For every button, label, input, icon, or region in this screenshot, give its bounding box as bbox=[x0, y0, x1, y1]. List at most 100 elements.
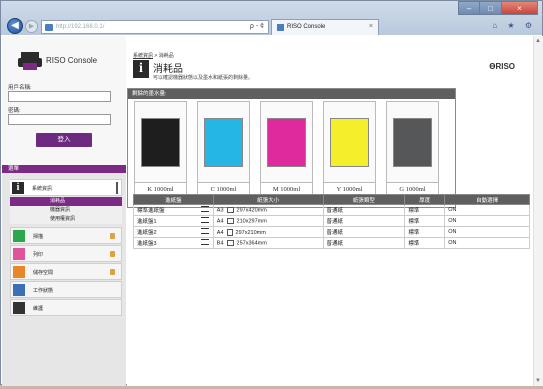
tab-favicon-icon bbox=[277, 24, 284, 31]
ink-level-bar bbox=[141, 118, 180, 167]
tab-close-icon[interactable]: × bbox=[369, 23, 373, 30]
close-window-button[interactable]: × bbox=[502, 1, 538, 15]
forward-button[interactable]: ▶ bbox=[25, 20, 38, 33]
menu-item-maintenance[interactable]: 維護 bbox=[10, 299, 122, 316]
col-header: 自動選擇 bbox=[444, 194, 530, 205]
tab-title: RISO Console bbox=[287, 24, 326, 30]
ink-heading: 剩餘的墨水量: bbox=[128, 89, 455, 99]
tray-cell: 進紙盤3 bbox=[133, 237, 214, 249]
vertical-scrollbar[interactable]: ▲ ▼ bbox=[533, 36, 543, 386]
menu-item-system-info[interactable]: i 系統資訊 bbox=[10, 179, 122, 196]
maximize-button[interactable]: □ bbox=[480, 1, 502, 15]
table-row: 標準進紙盤 A3 297x420mm 普通紙 標準 ON bbox=[133, 204, 530, 216]
breadcrumb: 系統資訊 > 消耗品 bbox=[133, 52, 174, 59]
password-label: 密碼: bbox=[8, 108, 21, 114]
logo-text: RISO Console bbox=[46, 56, 98, 65]
ink-level-bar bbox=[330, 118, 369, 167]
breadcrumb-current: 消耗品 bbox=[158, 53, 174, 59]
main-content: 系統資訊 > 消耗品 i 消耗品 可以確認機器狀態以及墨水和紙張的剩餘量。 ƟR… bbox=[127, 36, 533, 386]
size-cell: A3 297x420mm bbox=[212, 204, 324, 216]
breadcrumb-link[interactable]: 系統資訊 bbox=[133, 53, 153, 59]
info-icon: i bbox=[133, 60, 149, 78]
submenu-license-info[interactable]: 使用權資訊 bbox=[10, 215, 122, 224]
browser-tab[interactable]: RISO Console × bbox=[271, 19, 379, 35]
ink-level-bar bbox=[204, 118, 243, 167]
table-row: 進紙盤3 B4 257x364mm 普通紙 標準 ON bbox=[133, 237, 530, 249]
tray-cell: 進紙盤2 bbox=[133, 226, 214, 238]
list-icon[interactable] bbox=[200, 206, 209, 212]
search-refresh-icons[interactable]: ρ - ¢ bbox=[250, 23, 264, 30]
storage-icon bbox=[13, 266, 25, 278]
username-input[interactable] bbox=[8, 91, 111, 102]
table-row: 進紙盤1 A4 210x297mm 普通紙 標準 ON bbox=[133, 215, 530, 227]
menu-item-label: 工作狀態 bbox=[33, 288, 54, 294]
size-cell: A4 210x297mm bbox=[212, 215, 324, 227]
sidebar: RISO Console 用戶名稱: 密碼: 登入 選單 i 系統資訊 消耗品 … bbox=[2, 36, 126, 386]
back-button[interactable]: ◀ bbox=[7, 18, 23, 34]
page-title: 消耗品 bbox=[153, 64, 183, 75]
thickness-cell: 標準 bbox=[404, 204, 446, 216]
table-row: 進紙盤2 A4 297x210mm 普通紙 標準 ON bbox=[133, 226, 530, 238]
riso-console-logo-icon bbox=[18, 52, 42, 70]
list-icon[interactable] bbox=[200, 239, 209, 245]
scan-icon bbox=[13, 230, 25, 242]
home-favorites-settings-icons[interactable]: ⌂ ★ ⚙ bbox=[492, 21, 536, 30]
ink-cell-m: M 1000ml bbox=[260, 101, 313, 196]
landscape-paper-icon bbox=[226, 239, 234, 246]
thickness-cell: 標準 bbox=[404, 237, 446, 249]
col-header: 紙張類型 bbox=[322, 194, 406, 205]
ink-cell-g: G 1000ml bbox=[386, 101, 439, 196]
submenu-machine-info[interactable]: 機器資訊 bbox=[10, 206, 122, 215]
menu-item-job-status[interactable]: 工作狀態 bbox=[10, 281, 122, 298]
login-panel: RISO Console 用戶名稱: 密碼: 登入 bbox=[2, 36, 126, 166]
menu-title: 選單 bbox=[2, 165, 126, 173]
type-cell: 普通紙 bbox=[322, 237, 406, 249]
col-header: 紙張大小 bbox=[212, 194, 324, 205]
lock-icon bbox=[110, 233, 115, 239]
menu-item-label: 維護 bbox=[33, 306, 44, 312]
auto-select-cell: ON bbox=[444, 237, 530, 249]
maintenance-icon bbox=[13, 302, 25, 314]
auto-select-cell: ON bbox=[444, 204, 530, 216]
thickness-cell: 標準 bbox=[404, 226, 446, 238]
address-text[interactable]: http://192.168.0.1/ bbox=[56, 24, 104, 30]
print-icon bbox=[13, 248, 25, 260]
col-header: 進紙盤 bbox=[133, 194, 214, 205]
menu-item-label: 系統資訊 bbox=[32, 186, 53, 192]
ink-panel: 剩餘的墨水量: K 1000ml C 1000ml M 1000ml Y 100… bbox=[127, 88, 456, 208]
menu-item-scan[interactable]: 掃描 bbox=[10, 227, 122, 244]
scroll-up-icon[interactable]: ▲ bbox=[535, 38, 541, 44]
type-cell: 普通紙 bbox=[322, 215, 406, 227]
scroll-down-icon[interactable]: ▼ bbox=[535, 378, 541, 384]
site-icon bbox=[45, 24, 53, 31]
riso-brand-logo: ƟRISO bbox=[489, 62, 515, 71]
page-description: 可以確認機器狀態以及墨水和紙張的剩餘量。 bbox=[153, 75, 254, 81]
auto-select-cell: ON bbox=[444, 215, 530, 227]
menu-item-storage[interactable]: 儲存空間 bbox=[10, 263, 122, 280]
browser-window: – □ × ◀ ▶ http://192.168.0.1/ ρ - ¢ RISO… bbox=[0, 0, 543, 386]
menu-item-label: 列印 bbox=[33, 252, 44, 258]
ink-cell-c: C 1000ml bbox=[197, 101, 250, 196]
password-input[interactable] bbox=[8, 114, 111, 125]
lock-icon bbox=[110, 269, 115, 275]
list-icon[interactable] bbox=[200, 217, 209, 223]
size-cell: A4 297x210mm bbox=[212, 226, 324, 238]
portrait-paper-icon bbox=[226, 228, 233, 236]
list-icon[interactable] bbox=[200, 228, 209, 234]
menu-item-print[interactable]: 列印 bbox=[10, 245, 122, 262]
menu-item-label: 掃描 bbox=[33, 234, 44, 240]
ink-cell-y: Y 1000ml bbox=[323, 101, 376, 196]
landscape-paper-icon bbox=[226, 206, 234, 213]
login-button[interactable]: 登入 bbox=[36, 133, 92, 147]
landscape-paper-icon bbox=[226, 217, 234, 224]
ink-level-bar bbox=[267, 118, 306, 167]
ink-level-bar bbox=[393, 118, 432, 167]
type-cell: 普通紙 bbox=[322, 204, 406, 216]
minimize-button[interactable]: – bbox=[458, 1, 480, 15]
menu-item-label: 儲存空間 bbox=[33, 270, 54, 276]
lock-icon bbox=[110, 251, 115, 257]
col-header: 厚度 bbox=[404, 194, 446, 205]
username-label: 用戶名稱: bbox=[8, 85, 32, 91]
address-bar[interactable]: http://192.168.0.1/ ρ - ¢ bbox=[41, 20, 269, 34]
submenu-consumables[interactable]: 消耗品 bbox=[10, 197, 122, 206]
